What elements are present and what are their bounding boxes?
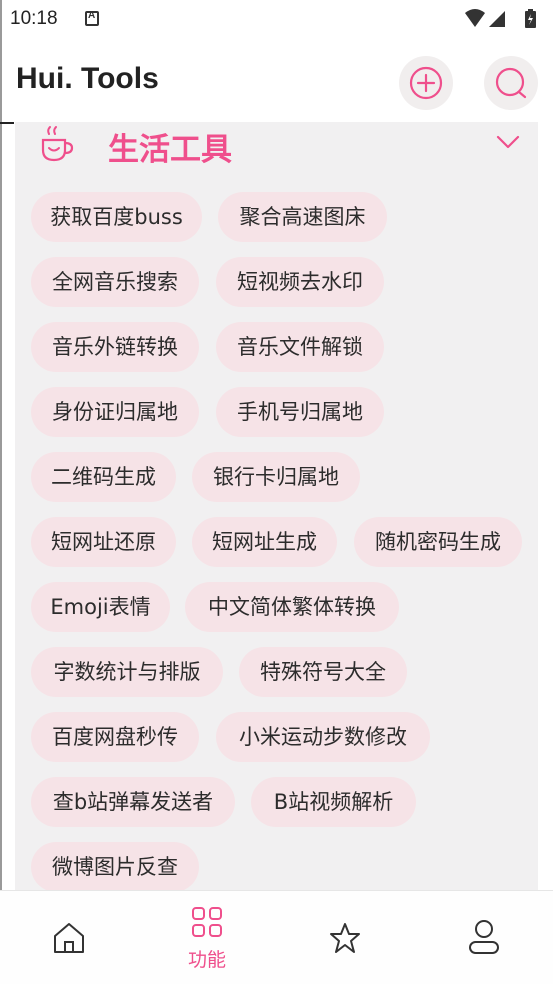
edge-tick <box>0 122 14 124</box>
tool-chip[interactable]: 银行卡归属地 <box>192 452 360 502</box>
tool-chip[interactable]: 短网址还原 <box>31 517 176 567</box>
home-icon <box>54 923 84 953</box>
tool-chip[interactable]: 全网音乐搜索 <box>31 257 199 307</box>
nav-functions-label: 功能 <box>187 949 226 971</box>
signal-icon <box>489 11 505 27</box>
plus-circle-icon <box>409 66 443 100</box>
nav-home[interactable] <box>28 891 108 984</box>
tool-chip[interactable]: 小米运动步数修改 <box>216 712 430 762</box>
search-button[interactable] <box>484 56 538 110</box>
section-title: 生活工具 <box>108 132 232 168</box>
nav-functions[interactable]: 功能 <box>167 891 247 984</box>
status-icons <box>463 8 543 30</box>
status-bar: 10:18 A <box>0 0 553 40</box>
tool-chip[interactable]: 短视频去水印 <box>216 257 384 307</box>
tool-chip[interactable]: 手机号归属地 <box>216 387 384 437</box>
bottom-nav: 功能 <box>0 890 553 984</box>
tool-chip[interactable]: 特殊符号大全 <box>239 647 407 697</box>
tool-chip[interactable]: 获取百度buss <box>31 192 202 242</box>
app-title: Hui. Tools <box>16 62 159 95</box>
tool-chip[interactable]: 微博图片反查 <box>31 842 199 892</box>
tool-chip[interactable]: 百度网盘秒传 <box>31 712 199 762</box>
section-header[interactable]: 生活工具 <box>15 122 538 172</box>
nav-profile[interactable] <box>444 891 524 984</box>
tool-chip[interactable]: 聚合高速图床 <box>218 192 387 242</box>
status-time: 10:18 <box>10 8 58 29</box>
tool-chip[interactable]: 字数统计与排版 <box>31 647 223 697</box>
cup-icon <box>41 126 74 162</box>
tool-chip[interactable]: 音乐外链转换 <box>31 322 199 372</box>
tool-chip[interactable]: 身份证归属地 <box>31 387 199 437</box>
tool-chip[interactable]: 中文简体繁体转换 <box>185 582 399 632</box>
tool-chip[interactable]: B站视频解析 <box>251 777 416 827</box>
search-icon <box>495 67 527 99</box>
tool-section-card: 生活工具 获取百度buss 聚合高速图床 全网音乐搜索 短视频去水印 音乐外链转… <box>15 122 538 892</box>
wifi-icon <box>465 9 485 27</box>
tool-chip[interactable]: 短网址生成 <box>192 517 337 567</box>
tool-chip[interactable]: 二维码生成 <box>31 452 176 502</box>
chevron-down-icon[interactable] <box>495 132 521 152</box>
app-header: Hui. Tools <box>0 48 553 118</box>
grid-icon <box>192 907 222 937</box>
tool-chip[interactable]: 随机密码生成 <box>354 517 522 567</box>
tool-chip[interactable]: 查b站弹幕发送者 <box>31 777 235 827</box>
a-box-icon: A <box>85 10 99 26</box>
tool-chip[interactable]: 音乐文件解锁 <box>216 322 384 372</box>
nav-favorites[interactable] <box>305 891 385 984</box>
tool-chip[interactable]: Emoji表情 <box>31 582 170 632</box>
star-icon <box>330 923 360 953</box>
window-left-edge <box>0 0 2 984</box>
add-button[interactable] <box>399 56 453 110</box>
battery-icon <box>525 9 536 28</box>
user-icon <box>469 920 499 954</box>
